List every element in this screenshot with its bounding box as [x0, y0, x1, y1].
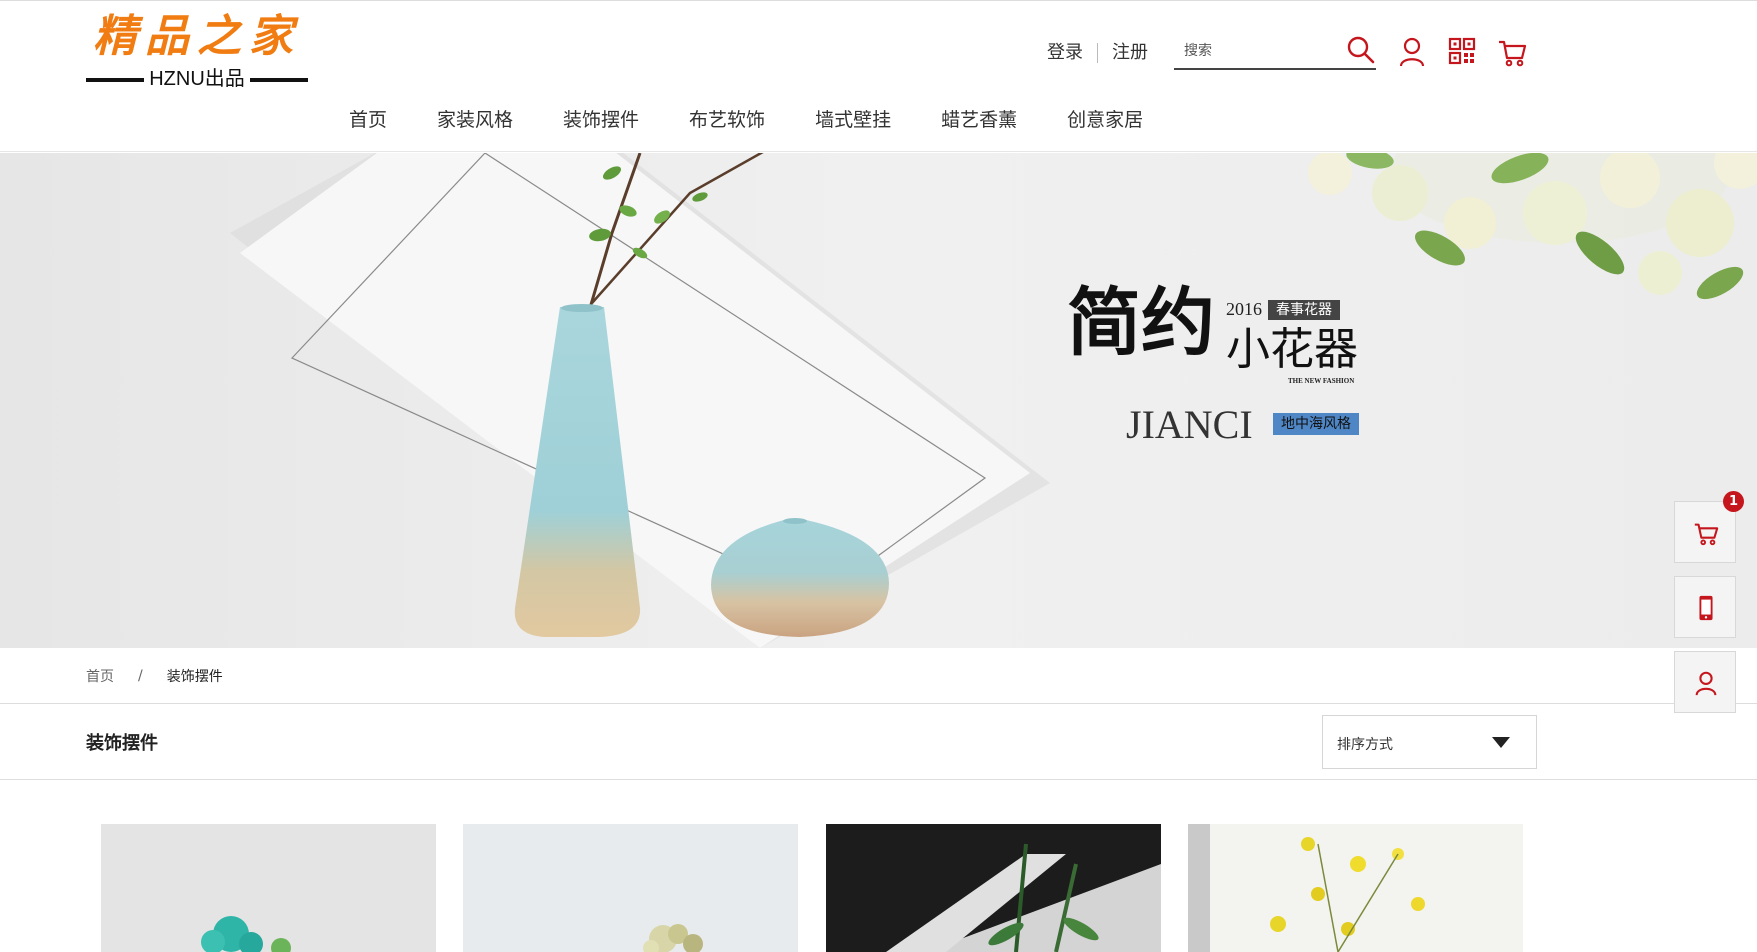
breadcrumb-bar: 首页 / 装饰摆件: [0, 648, 1757, 704]
banner-artwork: [0, 153, 1757, 648]
category-header: 装饰摆件 排序方式: [0, 704, 1757, 780]
product-card[interactable]: [1188, 824, 1523, 952]
nav-item-wall[interactable]: 墙式壁挂: [815, 107, 891, 135]
sort-label: 排序方式: [1337, 737, 1393, 753]
side-cart-button[interactable]: [1674, 501, 1736, 563]
banner-headline-main: 简约: [1067, 280, 1215, 366]
breadcrumb: 首页 / 装饰摆件: [86, 666, 223, 686]
login-link[interactable]: 登录: [1047, 42, 1097, 64]
banner-year: 2016: [1226, 299, 1262, 319]
product-image: [1188, 824, 1523, 952]
main-nav: 首页 家装风格 装饰摆件 布艺软饰 墙式壁挂 蜡艺香薰 创意家居: [349, 107, 1193, 135]
user-button[interactable]: [1397, 35, 1427, 69]
breadcrumb-current: 装饰摆件: [166, 669, 223, 685]
search-box: [1174, 33, 1376, 70]
nav-item-creative[interactable]: 创意家居: [1067, 107, 1143, 135]
search-button[interactable]: [1346, 35, 1376, 65]
nav-item-home-style[interactable]: 家装风格: [437, 107, 513, 135]
breadcrumb-home[interactable]: 首页: [86, 666, 114, 686]
product-card[interactable]: [463, 824, 798, 952]
register-link[interactable]: 注册: [1098, 42, 1162, 64]
search-icon: [1347, 36, 1375, 64]
logo-subtitle-row: HZNU出品: [86, 67, 308, 91]
category-title: 装饰摆件: [86, 733, 158, 754]
side-user-button[interactable]: [1674, 651, 1736, 713]
product-card[interactable]: [101, 824, 436, 952]
cart-count-badge: 1: [1723, 491, 1744, 512]
product-card[interactable]: [826, 824, 1161, 952]
site-logo[interactable]: 精品之家 HZNU出品: [86, 11, 308, 91]
qrcode-icon: [1448, 37, 1476, 65]
cart-icon: [1694, 523, 1719, 546]
nav-item-candle[interactable]: 蜡艺香薰: [941, 107, 1017, 135]
side-mobile-button[interactable]: [1674, 576, 1736, 638]
product-grid: [0, 780, 1757, 952]
banner-brand: JIANCI: [1126, 402, 1253, 447]
cart-button[interactable]: [1497, 35, 1527, 69]
sort-select[interactable]: 排序方式: [1322, 715, 1537, 769]
account-links: 登录 注册: [1047, 39, 1162, 67]
user-icon: [1695, 671, 1717, 696]
product-image: [101, 824, 436, 952]
logo-rule-left: [86, 78, 144, 82]
banner-headline-sub: 小花器: [1226, 324, 1358, 375]
nav-item-home[interactable]: 首页: [349, 107, 387, 135]
product-image: [826, 824, 1161, 952]
logo-title: 精品之家: [93, 11, 301, 62]
logo-subtitle: HZNU出品: [149, 68, 245, 90]
banner-tag: 春事花器: [1268, 300, 1340, 320]
cart-icon: [1499, 40, 1527, 67]
nav-item-decor[interactable]: 装饰摆件: [563, 107, 639, 135]
site-header: 精品之家 HZNU出品 登录 注册 搜索 首页 家装风格 装饰摆件 布艺软饰 墙…: [0, 0, 1757, 152]
search-input[interactable]: [1184, 39, 1334, 63]
nav-item-fabric[interactable]: 布艺软饰: [689, 107, 765, 135]
banner-fashion: THE NEW FASHION: [1288, 377, 1355, 385]
user-icon: [1399, 37, 1425, 67]
caret-down-icon: [1492, 737, 1510, 748]
logo-rule-right: [250, 78, 308, 82]
breadcrumb-separator: /: [138, 668, 143, 684]
hero-banner[interactable]: 简约 2016 春事花器 小花器 THE NEW FASHION JIANCI …: [0, 153, 1757, 648]
qrcode-button[interactable]: [1447, 35, 1477, 69]
product-image: [463, 824, 798, 952]
banner-style-tag: 地中海风格: [1273, 413, 1359, 435]
mobile-icon: [1699, 595, 1713, 621]
